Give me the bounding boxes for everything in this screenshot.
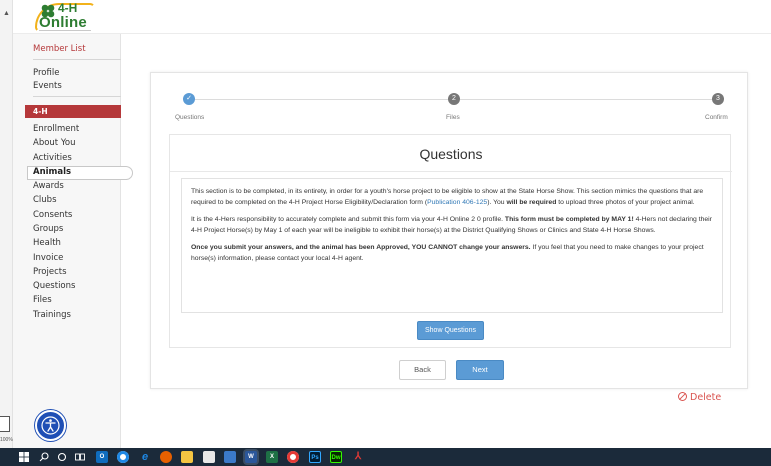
sidebar-item-projects[interactable]: Projects	[33, 267, 67, 277]
logo-text-online: Online	[39, 14, 87, 31]
accessibility-button[interactable]	[35, 410, 66, 441]
logo-text-4h: 4-H	[58, 1, 78, 15]
step-connector	[460, 99, 718, 100]
sidebar-item-health[interactable]: Health	[33, 238, 61, 248]
photos-icon[interactable]	[224, 451, 236, 463]
sidebar: Member List Profile Events 4-H Enrollmen…	[13, 34, 133, 448]
sidebar-item-clubs[interactable]: Clubs	[33, 195, 57, 205]
instructions-box: This section is to be completed, in its …	[181, 178, 723, 313]
logo-tagline	[39, 30, 91, 31]
show-questions-button[interactable]: Show Questions	[417, 321, 484, 340]
chrome-2-icon[interactable]	[287, 451, 299, 463]
sidebar-item-events[interactable]: Events	[33, 81, 62, 91]
step-connector	[190, 99, 448, 100]
search-icon[interactable]	[38, 451, 50, 463]
edge-icon[interactable]: e	[139, 451, 151, 463]
step-1-check-icon[interactable]: ✓	[183, 93, 195, 105]
task-view-icon[interactable]	[74, 451, 86, 463]
file-explorer-icon[interactable]	[181, 451, 193, 463]
sidebar-item-profile[interactable]: Profile	[33, 68, 59, 78]
publication-link[interactable]: Publication 406-125	[427, 199, 487, 206]
step-3-label: Confirm	[705, 114, 728, 121]
chrome-icon[interactable]	[117, 451, 129, 463]
word-icon[interactable]: W	[245, 451, 257, 463]
delete-icon	[678, 392, 687, 401]
scroll-up-icon[interactable]: ▲	[3, 10, 10, 17]
accessibility-icon	[41, 416, 60, 435]
sidebar-item-awards[interactable]: Awards	[33, 181, 64, 191]
4h-online-logo[interactable]: 4-H Online	[35, 1, 97, 32]
panel-divider	[170, 171, 732, 172]
questions-panel: Questions This section is to be complete…	[169, 134, 732, 348]
outlook-icon[interactable]: O	[96, 451, 108, 463]
store-icon[interactable]	[203, 451, 215, 463]
instructions-paragraph-2: It is the 4-Hers responsibility to accur…	[191, 216, 712, 234]
sidebar-divider	[33, 59, 121, 60]
dreamweaver-icon[interactable]: Dw	[330, 451, 342, 463]
app-header: 4-H Online	[13, 0, 771, 34]
sidebar-divider	[33, 96, 121, 97]
instructions-paragraph-3: Once you submit your answers, and the an…	[191, 244, 704, 262]
sidebar-item-invoice[interactable]: Invoice	[33, 253, 63, 263]
cortana-icon[interactable]	[56, 451, 68, 463]
sidebar-item-about-you[interactable]: About You	[33, 138, 75, 148]
acrobat-icon[interactable]: ⅄	[352, 451, 364, 463]
sidebar-item-questions[interactable]: Questions	[33, 281, 75, 291]
member-list-link[interactable]: Member List	[33, 44, 86, 54]
browser-edge: ▲ 100%	[0, 0, 13, 448]
zoom-control[interactable]	[0, 416, 10, 432]
windows-start-icon[interactable]	[18, 451, 30, 463]
step-3-marker[interactable]: 3	[712, 93, 724, 105]
step-2-marker[interactable]: 2	[448, 93, 460, 105]
sidebar-item-activities[interactable]: Activities	[33, 153, 72, 163]
step-1-label: Questions	[175, 114, 205, 121]
sidebar-item-animals[interactable]: Animals	[33, 167, 71, 177]
next-button[interactable]: Next	[456, 360, 504, 380]
sidebar-section-4h: 4-H	[25, 105, 121, 118]
back-button[interactable]: Back	[399, 360, 446, 380]
sidebar-item-consents[interactable]: Consents	[33, 210, 72, 220]
firefox-icon[interactable]	[160, 451, 172, 463]
sidebar-item-trainings[interactable]: Trainings	[33, 310, 71, 320]
zoom-level: 100%	[0, 437, 13, 443]
sidebar-item-files[interactable]: Files	[33, 295, 52, 305]
delete-animal-button[interactable]: Delete	[678, 392, 721, 403]
step-2-label: Files	[446, 114, 460, 121]
sidebar-item-enrollment[interactable]: Enrollment	[33, 124, 79, 134]
panel-title: Questions	[419, 146, 483, 162]
animal-wizard-card: ✓ 2 3 Questions Files Confirm Questions …	[150, 72, 748, 389]
sidebar-item-groups[interactable]: Groups	[33, 224, 63, 234]
photoshop-icon[interactable]: Ps	[309, 451, 321, 463]
windows-taskbar: O e W X Ps Dw ⅄	[0, 448, 771, 466]
instructions-paragraph-1: This section is to be completed, in its …	[191, 188, 704, 206]
excel-icon[interactable]: X	[266, 451, 278, 463]
delete-label: Delete	[690, 392, 722, 403]
